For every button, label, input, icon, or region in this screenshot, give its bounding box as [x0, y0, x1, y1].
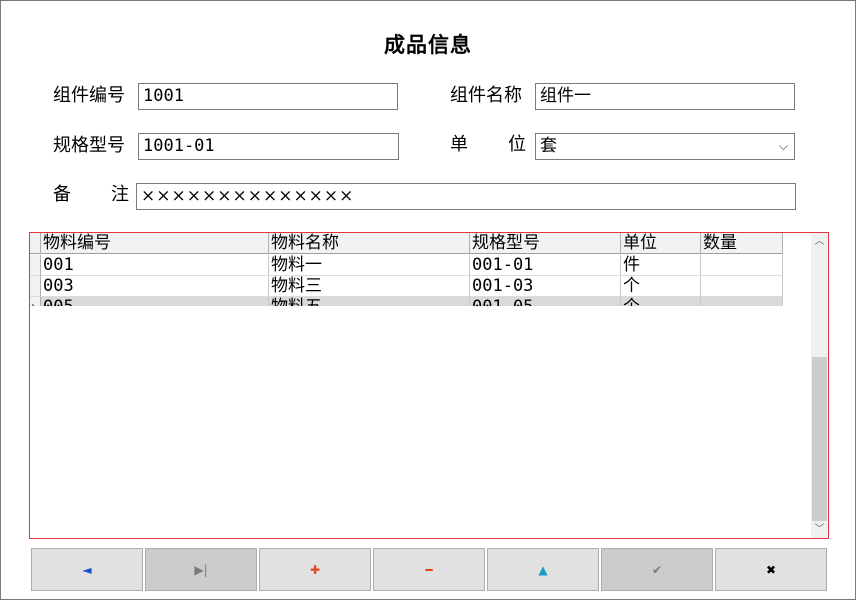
- close-icon: ✖: [765, 562, 777, 577]
- triangle-left-icon: ◄: [82, 562, 92, 577]
- chevron-down-icon[interactable]: ﹀: [811, 521, 828, 538]
- edit-record-button[interactable]: ▲: [487, 548, 599, 591]
- add-record-button[interactable]: ✚: [259, 548, 371, 591]
- cell-name[interactable]: 物料一: [269, 255, 470, 276]
- grid-header: 物料编号 物料名称 规格型号 单位 数量: [30, 233, 783, 254]
- row-header-corner: [30, 233, 41, 253]
- row-header[interactable]: [30, 276, 41, 297]
- cell-spec[interactable]: 001-03: [470, 276, 621, 297]
- remark-label-part-1: 备: [53, 184, 71, 205]
- skip-end-icon: ▶|: [194, 562, 208, 577]
- window: 成品信息 组件编号 1001 组件名称 组件一 规格型号 1001-01 单 位…: [0, 0, 856, 600]
- page-title: 成品信息: [384, 33, 472, 57]
- cell-code[interactable]: 001: [41, 255, 269, 276]
- table-row-selected[interactable]: › 005 物料五 001-05 个: [30, 297, 783, 306]
- checkmark-icon: ✔: [651, 562, 663, 577]
- component-name-field[interactable]: 组件一: [535, 83, 795, 110]
- table-row[interactable]: 003 物料三 001-03 个: [30, 276, 783, 297]
- remark-label-part-2: 注: [111, 184, 129, 205]
- materials-grid[interactable]: 物料编号 物料名称 规格型号 单位 数量 001 物料一 001-01 件 00…: [29, 232, 829, 539]
- cell-unit[interactable]: 个: [621, 297, 701, 306]
- unit-label-part-1: 单: [450, 134, 468, 155]
- column-header-qty[interactable]: 数量: [701, 233, 783, 253]
- unit-select[interactable]: 套 ⌵: [535, 133, 795, 160]
- chevron-up-icon[interactable]: ︿: [811, 233, 828, 250]
- delete-record-button[interactable]: ━: [373, 548, 485, 591]
- triangle-up-icon: ▲: [538, 562, 548, 577]
- cell-code[interactable]: 003: [41, 276, 269, 297]
- scrollbar-thumb[interactable]: [812, 357, 827, 521]
- cell-spec[interactable]: 001-05: [470, 297, 621, 306]
- plus-icon: ✚: [309, 562, 321, 577]
- chevron-down-icon[interactable]: ⌵: [779, 134, 788, 159]
- post-record-button[interactable]: ✔: [601, 548, 713, 591]
- unit-label-part-2: 位: [508, 134, 526, 155]
- cell-qty[interactable]: [701, 297, 783, 306]
- cell-code[interactable]: 005: [41, 297, 269, 306]
- component-code-field[interactable]: 1001: [138, 83, 398, 110]
- cell-unit[interactable]: 个: [621, 276, 701, 297]
- table-row[interactable]: 001 物料一 001-01 件: [30, 255, 783, 276]
- cancel-edit-button[interactable]: ✖: [715, 548, 827, 591]
- minus-icon: ━: [425, 562, 433, 577]
- column-header-code[interactable]: 物料编号: [41, 233, 269, 253]
- spec-label: 规格型号: [53, 135, 125, 156]
- vertical-scrollbar[interactable]: ︿ ﹀: [811, 233, 828, 538]
- column-header-unit[interactable]: 单位: [621, 233, 701, 253]
- cell-name[interactable]: 物料三: [269, 276, 470, 297]
- remark-label: 备 注: [53, 182, 129, 208]
- cell-unit[interactable]: 件: [621, 255, 701, 276]
- unit-label: 单 位: [450, 132, 526, 158]
- cell-name[interactable]: 物料五: [269, 297, 470, 306]
- unit-select-value: 套: [540, 136, 557, 156]
- cell-qty[interactable]: [701, 276, 783, 297]
- spec-field[interactable]: 1001-01: [138, 133, 399, 160]
- current-row-indicator-icon[interactable]: ›: [30, 297, 41, 306]
- component-name-label: 组件名称: [450, 85, 522, 106]
- column-header-name[interactable]: 物料名称: [269, 233, 470, 253]
- remark-field[interactable]: ××××××××××××××: [136, 183, 796, 210]
- prev-record-button[interactable]: ◄: [31, 548, 143, 591]
- cell-qty[interactable]: [701, 255, 783, 276]
- column-header-spec[interactable]: 规格型号: [470, 233, 621, 253]
- cell-spec[interactable]: 001-01: [470, 255, 621, 276]
- row-header[interactable]: [30, 255, 41, 276]
- record-navigator: ◄ ▶| ✚ ━ ▲ ✔ ✖: [31, 548, 827, 591]
- last-record-button[interactable]: ▶|: [145, 548, 257, 591]
- component-code-label: 组件编号: [53, 85, 125, 106]
